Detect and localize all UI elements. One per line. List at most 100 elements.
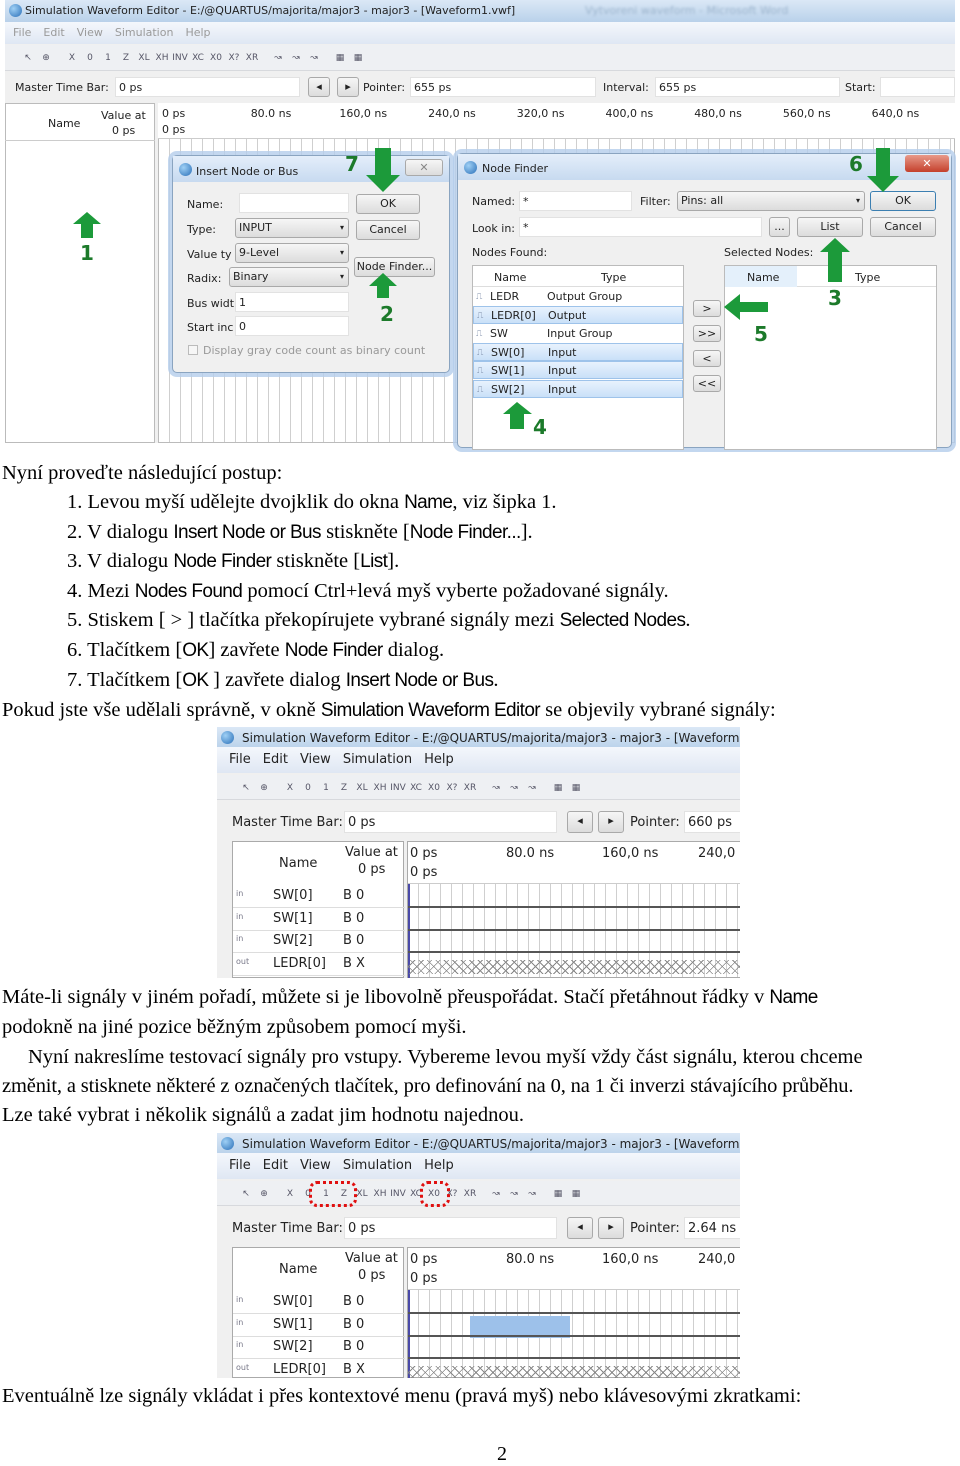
ui-term: Node Finder	[173, 551, 272, 573]
value-column-header[interactable]: Value at	[345, 845, 398, 860]
grid-icon[interactable]: ▦	[549, 1189, 567, 1199]
master-time-bar-input[interactable]: 0 ps	[344, 811, 557, 833]
snap-icon[interactable]: ↝	[487, 783, 505, 793]
waveform-low[interactable]	[408, 1357, 740, 1359]
signal-list-panel[interactable]: Name Value at 0 ps in SW[0] B 0 in SW[1] B 0 in SW…	[232, 1247, 405, 1378]
draw-signals-text: Nyní nakreslíme testovací signály pro vs…	[28, 1046, 863, 1068]
signal-name[interactable]: LEDR[0]	[273, 1362, 326, 1377]
signal-value: B 0	[343, 888, 365, 903]
toolbar: ↖ ⊕ X 0 1 Z XL XH INV XC X0 X? XR ↝ ↝ ↝ ▦ ▦	[217, 1181, 740, 1206]
next-transition-button[interactable]: ▸	[598, 811, 624, 833]
step-marker-5: 5	[754, 322, 768, 346]
value-column-header[interactable]: Value at	[345, 1251, 398, 1266]
time-ruler: 0 ps 80.0 ns 160,0 ns 240,0 ns 0 ps	[408, 842, 740, 884]
signal-name[interactable]: SW[1]	[273, 1317, 313, 1332]
dont-care-icon[interactable]: X0	[425, 783, 443, 793]
waveform-low[interactable]	[408, 906, 740, 908]
row-divider	[233, 929, 405, 931]
force-low-icon[interactable]: 0	[299, 783, 317, 793]
pointer-label: Pointer:	[630, 815, 680, 830]
time-cursor-label: 0 ps	[410, 865, 438, 880]
force-high-icon[interactable]: 1	[317, 783, 335, 793]
signal-name[interactable]: SW[0]	[273, 1294, 313, 1309]
waveform-low[interactable]	[408, 928, 740, 931]
waveform-area[interactable]: 0 ps 80.0 ns 160,0 ns 240,0 ns 0 ps	[407, 841, 740, 978]
count-value-icon[interactable]: XC	[407, 783, 425, 793]
pin-out-icon: out	[236, 956, 250, 966]
select-icon[interactable]: ↖	[237, 1189, 255, 1199]
waveform-unknown[interactable]	[408, 1365, 740, 1378]
random-icon[interactable]: X?	[443, 783, 461, 793]
result-text: Pokud jste vše udělali správně, v okně S…	[2, 699, 776, 721]
pointer-input[interactable]: 2.64 ns	[684, 1217, 740, 1239]
waveform-low[interactable]	[408, 1312, 740, 1314]
time-tick-label: 0 ps	[410, 846, 438, 861]
high-impedance-icon[interactable]: Z	[335, 783, 353, 793]
time-tick-label: 240,0 ns	[698, 846, 740, 861]
pointer-input[interactable]: 660 ps	[684, 811, 740, 833]
pin-in-icon: in	[236, 1317, 244, 1327]
master-time-bar-input[interactable]: 0 ps	[344, 1217, 557, 1239]
step-marker-6: 6	[849, 152, 863, 176]
next-transition-button[interactable]: ▸	[598, 1217, 624, 1239]
select-icon[interactable]: ↖	[237, 783, 255, 793]
name-column-header[interactable]: Name	[279, 1262, 317, 1277]
waveform-low[interactable]	[408, 951, 740, 953]
signal-name[interactable]: SW[2]	[273, 1339, 313, 1354]
menu-edit[interactable]: Edit	[263, 752, 288, 767]
arbitrary-value-icon[interactable]: XR	[461, 783, 479, 793]
invert-icon[interactable]: INV	[389, 1189, 407, 1199]
grouping-icon[interactable]: ▦	[567, 1189, 585, 1199]
prev-transition-button[interactable]: ◂	[567, 811, 593, 833]
menu-simulation[interactable]: Simulation	[343, 1158, 412, 1173]
pointer-label: Pointer:	[630, 1221, 680, 1236]
ui-term: List	[360, 551, 388, 573]
signal-value: B 0	[343, 910, 365, 926]
menu-view[interactable]: View	[300, 752, 331, 767]
signal-name[interactable]: LEDR[0]	[273, 956, 326, 971]
ui-term: OK	[182, 669, 214, 691]
reorder-text: Máte-li signály v jiném pořadí, můžete s…	[2, 986, 818, 1008]
menu-edit[interactable]: Edit	[263, 1158, 288, 1173]
signal-name[interactable]: SW[1]	[273, 911, 313, 926]
name-column-header[interactable]: Name	[279, 856, 317, 871]
step-marker-7: 7	[345, 152, 359, 176]
time-ruler: 0 ps 80.0 ns 160,0 ns 240,0 ns 0 ps	[408, 1248, 740, 1290]
arbitrary-value-icon[interactable]: XR	[461, 1189, 479, 1199]
weak-low-icon[interactable]: XL	[353, 783, 371, 793]
invert-icon[interactable]: INV	[389, 783, 407, 793]
grouping-icon[interactable]: ▦	[567, 783, 585, 793]
signal-name[interactable]: SW[0]	[273, 888, 313, 903]
step-item: 7. Tlačítkem [OK ] zavřete dialog Insert…	[67, 668, 499, 691]
signal-name[interactable]: SW[2]	[273, 933, 313, 948]
weak-high-icon[interactable]: XH	[371, 1189, 389, 1199]
waveform-unknown[interactable]	[408, 959, 740, 974]
waveform-low[interactable]	[408, 1334, 740, 1337]
signal-list-panel[interactable]: Name Value at 0 ps in SW[0] B 0 in SW[1] B 0 in SW…	[232, 841, 405, 978]
menu-simulation[interactable]: Simulation	[343, 752, 412, 767]
replace-icon[interactable]: ↝	[523, 1189, 541, 1199]
menu-help[interactable]: Help	[424, 1158, 454, 1173]
menu-file[interactable]: File	[229, 752, 251, 767]
unknown-icon[interactable]: X	[281, 1189, 299, 1199]
grid-icon[interactable]: ▦	[549, 783, 567, 793]
waveform-area[interactable]: 0 ps 80.0 ns 160,0 ns 240,0 ns 0 ps	[407, 1247, 740, 1378]
find-icon[interactable]: ↝	[505, 1189, 523, 1199]
window-title: Simulation Waveform Editor - E:/@QUARTUS…	[242, 731, 740, 745]
find-icon[interactable]: ↝	[505, 783, 523, 793]
snap-icon[interactable]: ↝	[487, 1189, 505, 1199]
zoom-icon[interactable]: ⊕	[255, 1189, 273, 1199]
intro-text: Nyní proveďte následující postup:	[2, 462, 283, 484]
prev-transition-button[interactable]: ◂	[567, 1217, 593, 1239]
title-bar: Simulation Waveform Editor - E:/@QUARTUS…	[217, 1133, 740, 1155]
pin-out-icon: out	[236, 1362, 250, 1372]
unknown-icon[interactable]: X	[281, 783, 299, 793]
menu-view[interactable]: View	[300, 1158, 331, 1173]
pin-in-icon: in	[236, 889, 244, 898]
replace-icon[interactable]: ↝	[523, 783, 541, 793]
menu-file[interactable]: File	[229, 1158, 251, 1173]
menu-help[interactable]: Help	[424, 752, 454, 767]
zoom-icon[interactable]: ⊕	[255, 783, 273, 793]
weak-high-icon[interactable]: XH	[371, 783, 389, 793]
time-tick-label: 80.0 ns	[506, 846, 555, 861]
